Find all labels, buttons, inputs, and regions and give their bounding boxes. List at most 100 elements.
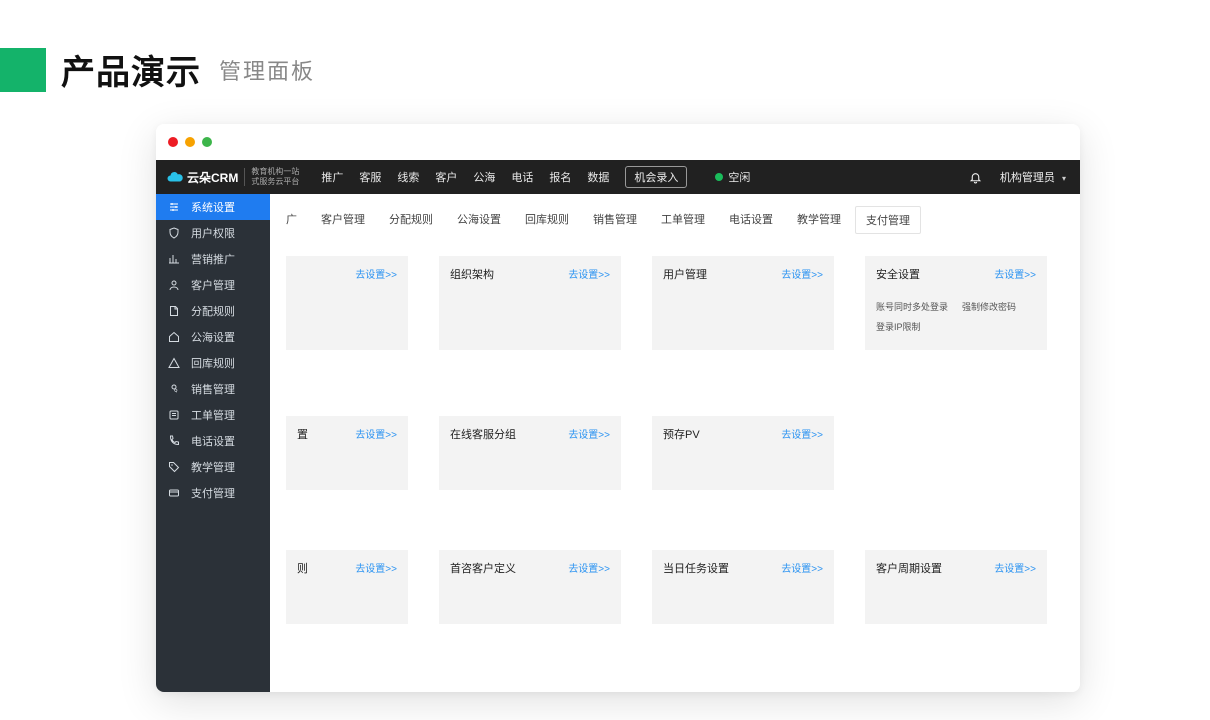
brand-name: 云朵CRM <box>187 169 238 186</box>
top-nav: 推广 客服 线索 客户 公海 电话 报名 数据 机会录入 <box>313 166 687 188</box>
tab-return[interactable]: 回库规则 <box>515 206 579 234</box>
settings-card: 客户周期设置 去设置>> <box>865 550 1047 624</box>
sidebar-item-assignment[interactable]: 分配规则 <box>156 298 270 324</box>
brand-sub-line1: 教育机构一站 <box>251 167 299 177</box>
settings-card: 在线客服分组 去设置>> <box>439 416 621 490</box>
tab-partial[interactable]: 广 <box>286 206 307 234</box>
card-icon <box>168 487 180 499</box>
tab-payment[interactable]: 支付管理 <box>855 206 921 234</box>
status-dot-icon <box>715 173 723 181</box>
go-settings-link[interactable]: 去设置>> <box>994 266 1036 281</box>
bell-icon[interactable] <box>969 171 982 184</box>
tab-customer[interactable]: 客户管理 <box>311 206 375 234</box>
triangle-icon <box>168 357 180 369</box>
sidebar-item-label: 公海设置 <box>191 329 235 345</box>
sidebar-item-label: 营销推广 <box>191 251 235 267</box>
sidebar-item-label: 销售管理 <box>191 381 235 397</box>
sidebar-item-permissions[interactable]: 用户权限 <box>156 220 270 246</box>
chevron-down-icon: ▾ <box>1062 174 1066 183</box>
go-settings-link[interactable]: 去设置>> <box>781 560 823 575</box>
card-grid: 去设置>> 组织架构 去设置>> 用户管理 去设置>> 安全设置 去设置>> <box>286 256 1064 624</box>
go-settings-link[interactable]: 去设置>> <box>568 266 610 281</box>
go-settings-link[interactable]: 去设置>> <box>994 560 1036 575</box>
nav-phone[interactable]: 电话 <box>511 169 533 185</box>
brand-sub: 教育机构一站 式服务云平台 <box>251 167 299 186</box>
card-row: 则 去设置>> 首咨客户定义 去设置>> 当日任务设置 去设置>> 客户周期设置… <box>286 550 1064 624</box>
sliders-icon <box>168 201 180 213</box>
sidebar-item-teaching[interactable]: 教学管理 <box>156 454 270 480</box>
nav-customer[interactable]: 客户 <box>435 169 457 185</box>
sidebar-item-customer[interactable]: 客户管理 <box>156 272 270 298</box>
close-icon[interactable] <box>168 137 178 147</box>
topbar: 云朵CRM 教育机构一站 式服务云平台 推广 客服 线索 客户 公海 电话 报名… <box>156 160 1080 194</box>
phone-icon <box>168 435 180 447</box>
tag-item[interactable]: 账号同时多处登录 <box>876 300 948 313</box>
sidebar-item-marketing[interactable]: 营销推广 <box>156 246 270 272</box>
shield-icon <box>168 227 180 239</box>
nav-service[interactable]: 客服 <box>359 169 381 185</box>
go-settings-link[interactable]: 去设置>> <box>355 266 397 281</box>
settings-card: 当日任务设置 去设置>> <box>652 550 834 624</box>
card-row: 去设置>> 组织架构 去设置>> 用户管理 去设置>> 安全设置 去设置>> <box>286 256 1064 350</box>
go-settings-link[interactable]: 去设置>> <box>568 560 610 575</box>
go-settings-link[interactable]: 去设置>> <box>568 426 610 441</box>
tag-item[interactable]: 强制修改密码 <box>962 300 1016 313</box>
card-row: 置 去设置>> 在线客服分组 去设置>> 预存PV 去设置>> <box>286 416 1064 490</box>
tag-icon <box>168 461 180 473</box>
nav-signup[interactable]: 报名 <box>549 169 571 185</box>
settings-card: 则 去设置>> <box>286 550 408 624</box>
tab-teach[interactable]: 教学管理 <box>787 206 851 234</box>
sidebar-item-system-settings[interactable]: 系统设置 <box>156 194 270 220</box>
page-title: 产品演示 <box>61 45 201 94</box>
card-title: 客户周期设置 <box>876 563 942 575</box>
tab-pool[interactable]: 公海设置 <box>447 206 511 234</box>
sidebar-item-label: 教学管理 <box>191 459 235 475</box>
heading-accent-block <box>0 48 46 92</box>
nav-data[interactable]: 数据 <box>587 169 609 185</box>
card-title: 置 <box>297 429 308 441</box>
app-body: 系统设置 用户权限 营销推广 客户管理 分配规则 公海设置 <box>156 194 1080 692</box>
sidebar-item-return[interactable]: 回库规则 <box>156 350 270 376</box>
status-indicator[interactable]: 空闲 <box>715 169 750 185</box>
minimize-icon[interactable] <box>185 137 195 147</box>
go-settings-link[interactable]: 去设置>> <box>355 426 397 441</box>
chart-icon <box>168 253 180 265</box>
sidebar-item-ticket[interactable]: 工单管理 <box>156 402 270 428</box>
rule-icon <box>168 305 180 317</box>
nav-promote[interactable]: 推广 <box>321 169 343 185</box>
tab-phone[interactable]: 电话设置 <box>719 206 783 234</box>
opp-record-button[interactable]: 机会录入 <box>625 166 687 188</box>
card-title: 预存PV <box>663 429 700 441</box>
tag-item[interactable]: 登录IP限制 <box>876 320 921 333</box>
sidebar-item-label: 支付管理 <box>191 485 235 501</box>
page-subtitle: 管理面板 <box>219 54 315 86</box>
ticket-icon <box>168 409 180 421</box>
tab-assign[interactable]: 分配规则 <box>379 206 443 234</box>
tab-ticket[interactable]: 工单管理 <box>651 206 715 234</box>
sidebar-item-telephony[interactable]: 电话设置 <box>156 428 270 454</box>
sidebar-item-sales[interactable]: 销售管理 <box>156 376 270 402</box>
status-label: 空闲 <box>728 169 750 185</box>
maximize-icon[interactable] <box>202 137 212 147</box>
settings-card: 首咨客户定义 去设置>> <box>439 550 621 624</box>
sidebar-item-pool[interactable]: 公海设置 <box>156 324 270 350</box>
sidebar-item-label: 系统设置 <box>191 199 235 215</box>
house-icon <box>168 331 180 343</box>
sidebar-item-label: 工单管理 <box>191 407 235 423</box>
sidebar-item-label: 电话设置 <box>191 433 235 449</box>
sidebar-item-payment[interactable]: 支付管理 <box>156 480 270 506</box>
sales-icon <box>168 383 180 395</box>
go-settings-link[interactable]: 去设置>> <box>781 266 823 281</box>
window-titlebar <box>156 124 1080 160</box>
go-settings-link[interactable]: 去设置>> <box>355 560 397 575</box>
brand[interactable]: 云朵CRM 教育机构一站 式服务云平台 <box>156 160 307 194</box>
app-window: 云朵CRM 教育机构一站 式服务云平台 推广 客服 线索 客户 公海 电话 报名… <box>156 124 1080 692</box>
brand-separator <box>244 168 245 186</box>
tab-sales[interactable]: 销售管理 <box>583 206 647 234</box>
nav-leads[interactable]: 线索 <box>397 169 419 185</box>
settings-card: 去设置>> <box>286 256 408 350</box>
nav-pool[interactable]: 公海 <box>473 169 495 185</box>
cloud-logo-icon <box>166 168 184 186</box>
go-settings-link[interactable]: 去设置>> <box>781 426 823 441</box>
user-menu[interactable]: 机构管理员 ▾ <box>1000 169 1066 185</box>
